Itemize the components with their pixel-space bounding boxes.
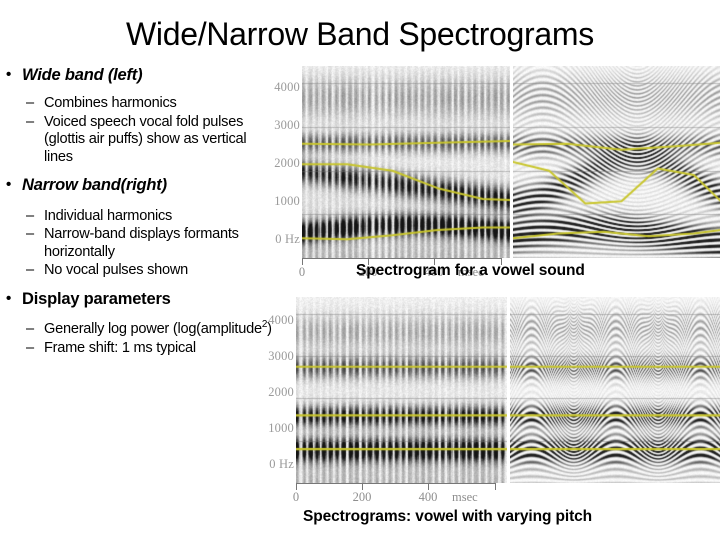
y-tick-0hz: 0 Hz <box>275 232 300 246</box>
bullet-label: Individual harmonics <box>44 207 173 224</box>
bullet-marker: – <box>26 339 34 356</box>
bullet-list: • Wide band (left) – Combines harmonics … <box>6 66 278 358</box>
y-tick-3000: 3000 <box>274 118 300 132</box>
spectrogram-panels-bottom <box>296 297 720 483</box>
x-tick-mark <box>362 483 364 490</box>
bullet-marker: – <box>26 226 34 243</box>
x-tick-mark <box>428 483 430 490</box>
log-power-text: Generally log power (log(amplitude <box>44 321 262 338</box>
x-tick-200: 200 <box>352 490 372 504</box>
spectrogram-image <box>296 297 507 483</box>
spectrogram-figure-top: 4000 3000 2000 1000 0 Hz <box>258 66 720 258</box>
bullet-individual-harmonics: – Individual harmonics <box>6 208 278 226</box>
spectrogram-image <box>509 297 720 483</box>
bullet-label: Frame shift: 1 ms typical <box>44 339 196 356</box>
bullet-label: Generally log power (log(amplitude2) <box>44 320 278 339</box>
page-title: Wide/Narrow Band Spectrograms <box>126 16 594 52</box>
x-axis-bottom: 0 200 400 msec <box>293 483 496 504</box>
bullet-frame-shift: – Frame shift: 1 ms typical <box>6 340 278 358</box>
y-tick-4000: 4000 <box>274 80 300 94</box>
bullet-label: Display parameters <box>22 289 171 308</box>
y-tick-3000: 3000 <box>268 349 294 363</box>
bullet-combines-harmonics: – Combines harmonics <box>6 95 278 113</box>
y-axis-bottom: 4000 3000 2000 1000 0 Hz <box>252 297 296 483</box>
x-axis-unit: msec <box>452 490 478 504</box>
y-tick-2000: 2000 <box>268 385 294 399</box>
bullet-narrow-band-displays: – Narrow-band displays formants horizont… <box>6 226 278 261</box>
caption-bottom: Spectrograms: vowel with varying pitch <box>303 508 593 525</box>
bullet-marker: – <box>26 113 34 130</box>
y-tick-0hz: 0 Hz <box>269 457 294 471</box>
bullet-marker: – <box>26 207 34 224</box>
bullet-wide-band: • Wide band (left) <box>6 66 278 85</box>
bullet-label: Voiced speech vocal fold pulses (glottis… <box>44 113 247 165</box>
bullet-no-vocal-pulses: – No vocal pulses shown <box>6 262 278 280</box>
slide: Wide/Narrow Band Spectrograms • Wide ban… <box>0 0 720 540</box>
bullet-marker: – <box>26 321 34 338</box>
bullet-display-parameters: • Display parameters <box>6 290 278 309</box>
bullet-marker: • <box>6 66 12 83</box>
bullet-label: Combines harmonics <box>44 95 177 112</box>
y-tick-4000: 4000 <box>268 313 294 327</box>
spectrogram-panel-narrow-band-bottom <box>509 297 720 483</box>
spectrogram-image <box>302 66 510 258</box>
x-tick-400: 400 <box>418 490 438 504</box>
bullet-marker: – <box>26 262 34 279</box>
spectrogram-panels-top <box>302 66 720 258</box>
spectrogram-panel-wide-band-top <box>302 66 510 258</box>
bullet-label: No vocal pulses shown <box>44 262 189 279</box>
x-tick-0: 0 <box>298 265 306 279</box>
bullet-marker: • <box>6 289 12 307</box>
bullet-label: Wide band (left) <box>22 66 143 84</box>
spectrogram-figure-bottom: 4000 3000 2000 1000 0 Hz <box>252 297 720 483</box>
bullet-voiced-speech: – Voiced speech vocal fold pulses (glott… <box>6 114 278 167</box>
y-tick-1000: 1000 <box>274 194 300 208</box>
bullet-label: Narrow band(right) <box>22 176 167 195</box>
spectrogram-panel-narrow-band-top <box>512 66 720 258</box>
bullet-marker: • <box>6 176 12 194</box>
bullet-log-power: – Generally log power (log(amplitude2) <box>6 320 278 339</box>
y-axis-top: 4000 3000 2000 1000 0 Hz <box>258 66 302 258</box>
bullet-marker: – <box>26 95 34 112</box>
caption-top: Spectrogram for a vowel sound <box>356 262 585 279</box>
x-axis-rule <box>296 483 496 490</box>
x-tick-0: 0 <box>292 490 300 504</box>
y-tick-2000: 2000 <box>274 156 300 170</box>
spectrogram-panel-wide-band-bottom <box>296 297 507 483</box>
y-tick-1000: 1000 <box>268 421 294 435</box>
bullet-label: Narrow-band displays formants horizontal… <box>44 226 239 260</box>
bullet-narrow-band: • Narrow band(right) <box>6 176 278 195</box>
spectrogram-image <box>512 66 720 258</box>
